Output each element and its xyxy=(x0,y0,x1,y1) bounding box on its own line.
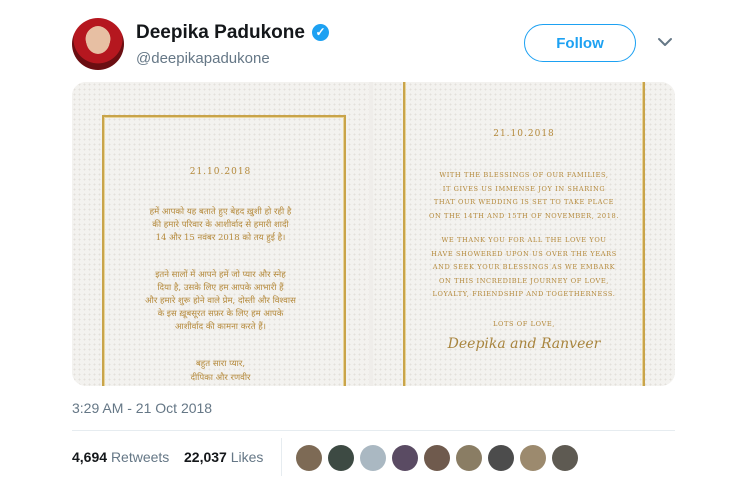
liker-avatar[interactable] xyxy=(328,445,354,471)
retweets-stat[interactable]: 4,694 Retweets xyxy=(72,449,169,465)
liker-avatars xyxy=(296,445,578,471)
divider xyxy=(72,430,675,431)
liker-avatar[interactable] xyxy=(392,445,418,471)
invitation-card-hindi[interactable]: 21.10.2018 हमें आपको यह बताते हुए बेहद ख… xyxy=(72,82,369,386)
card-signature: दीपिका और रणवीर xyxy=(190,373,251,383)
tweet-timestamp[interactable]: 3:29 AM - 21 Oct 2018 xyxy=(72,400,212,416)
tweet-media[interactable]: 21.10.2018 हमें आपको यह बताते हुए बेहद ख… xyxy=(72,82,675,386)
likes-stat[interactable]: 22,037 Likes xyxy=(184,449,263,465)
liker-avatar[interactable] xyxy=(520,445,546,471)
card-paragraph-2: WE THANK YOU FOR ALL THE LOVE YOU HAVE SH… xyxy=(431,236,617,298)
liker-avatar[interactable] xyxy=(488,445,514,471)
invitation-card-english[interactable]: 21.10.2018 WITH THE BLESSINGS OF OUR FAM… xyxy=(373,82,675,386)
chevron-down-icon[interactable] xyxy=(655,32,675,52)
card-closing: बहुत सारा प्यार, xyxy=(195,359,246,369)
tweet-stats: 4,694 Retweets 22,037 Likes xyxy=(72,449,263,465)
card-paragraph-1: WITH THE BLESSINGS OF OUR FAMILIES, IT GI… xyxy=(428,171,620,220)
author-handle[interactable]: @deepikapadukone xyxy=(136,50,270,67)
author-avatar[interactable] xyxy=(72,18,124,70)
liker-avatar[interactable] xyxy=(296,445,322,471)
card-closing: LOTS OF LOVE, xyxy=(492,320,555,328)
card-date: 21.10.2018 xyxy=(493,129,555,139)
card-signature: Deepika and Ranveer xyxy=(447,336,601,352)
card-paragraph-1: हमें आपको यह बताते हुए बेहद ख़ुशी हो रही… xyxy=(149,207,292,243)
card-gold-frame xyxy=(102,115,346,386)
follow-button[interactable]: Follow xyxy=(524,24,636,62)
liker-avatar[interactable] xyxy=(456,445,482,471)
card-date: 21.10.2018 xyxy=(189,167,252,177)
liker-avatar[interactable] xyxy=(360,445,386,471)
liker-avatar[interactable] xyxy=(424,445,450,471)
card-paragraph-2: इतने सालों में आपने हमें जो प्यार और स्न… xyxy=(145,270,296,332)
divider xyxy=(281,438,282,476)
author-name[interactable]: Deepika Padukone xyxy=(136,22,305,44)
liker-avatar[interactable] xyxy=(552,445,578,471)
verified-badge-icon: ✓ xyxy=(312,24,329,41)
